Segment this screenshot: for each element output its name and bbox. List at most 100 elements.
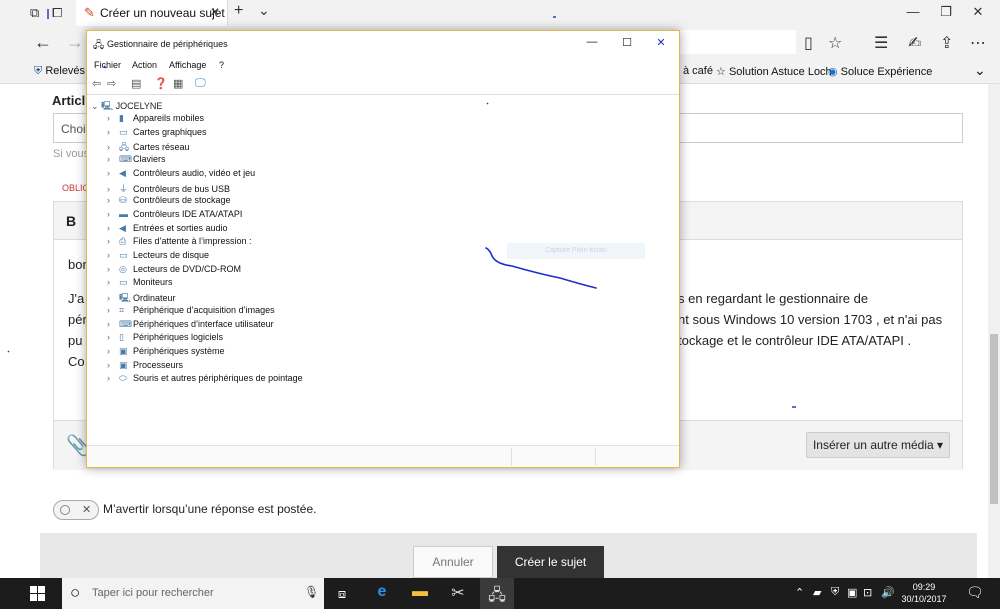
new-tab-button[interactable]: + [234,2,243,20]
taskbar-search[interactable]: ○ Taper ici pour rechercher 🎙 [62,578,324,609]
back-icon[interactable]: ← [34,32,52,53]
body-line: nt sous Windows 10 version 1703 , et n'a… [678,312,943,327]
reading-view-icon[interactable]: ▯ [804,33,813,53]
scrollbar-thumb[interactable] [990,334,998,504]
chevron-right-icon[interactable]: › [107,168,119,178]
tree-node[interactable]: › ▯ Périphériques logiciels [107,332,223,343]
tree-node[interactable]: › ◀ Entrées et sorties audio [107,223,228,234]
tree-node[interactable]: › ▣ Périphériques système [107,346,225,357]
tray-app-icon[interactable]: ▰ [813,586,821,599]
chevron-right-icon[interactable]: › [107,360,119,370]
tool-forward-icon[interactable]: ⇨ [107,77,116,90]
tree-node[interactable]: › ▣ Processeurs [107,360,183,371]
tree-node[interactable]: › ⌨Périphériques d’interface utilisateur [107,319,274,330]
restore-icon[interactable]: ❐ [936,4,956,20]
tree-node-label: Ordinateur [133,293,176,304]
task-view-icon[interactable]: ⧈ [330,586,354,608]
chevron-right-icon[interactable]: › [107,195,119,205]
action-center-icon[interactable]: 🗨 [966,584,984,601]
bold-button[interactable]: B [66,213,76,229]
favorite-star-icon[interactable]: ☆ [828,33,842,53]
chevron-right-icon[interactable]: › [107,277,119,287]
tree-node[interactable]: › ▬ Contrôleurs IDE ATA/ATAPI [107,209,242,219]
tree-node[interactable]: › ⛁ Contrôleurs de stockage [107,195,231,206]
snipping-tool-icon[interactable]: ✂ [446,583,470,605]
tree-node[interactable]: › ⏚ Contrôleurs de bus USB [107,182,230,195]
chevron-down-icon[interactable]: ⌄ [91,101,99,111]
tray-app-icon[interactable]: ▣ [847,586,857,599]
tray-expand-icon[interactable]: ⌃ [795,586,804,599]
tab-list-chevron-icon[interactable]: ⌄ [258,2,270,19]
tree-node[interactable]: › ⎙ Files d’attente à l’impression : [107,236,252,247]
url-field[interactable] [676,30,796,54]
chevron-right-icon[interactable]: › [107,373,119,383]
share-icon[interactable]: ⇪ [940,33,953,53]
chevron-right-icon[interactable]: › [107,346,119,356]
dm-minimize-icon[interactable]: — [584,36,600,48]
notify-toggle[interactable]: ✕ [53,500,99,520]
dm-maximize-icon[interactable]: ☐ [619,36,635,49]
tool-help-icon[interactable]: ❓ [154,77,168,90]
tree-node[interactable]: › ▭ Moniteurs [107,277,173,288]
chevron-right-icon[interactable]: › [107,319,119,329]
chevron-right-icon[interactable]: › [107,305,119,315]
start-button[interactable] [30,586,46,602]
forward-icon[interactable]: → [66,32,84,53]
network-icon[interactable]: ⊡ [863,586,872,599]
tree-node[interactable]: › ▮ Appareils mobiles [107,113,204,124]
favorites-overflow-chevron-icon[interactable]: ⌄ [974,62,986,79]
tree-node[interactable]: › ◎ Lecteurs de DVD/CD-ROM [107,264,241,275]
web-note-icon[interactable]: ✍ [908,33,921,53]
chevron-right-icon[interactable]: › [107,127,119,137]
tree-node[interactable]: › ▭ Lecteurs de disque [107,250,209,261]
chevron-right-icon[interactable]: › [107,236,119,246]
tool-view-icon[interactable]: ▦ [173,77,183,90]
favorite-item-solution[interactable]: ☆ Solution Astuce Loch [716,65,832,78]
favorites-hub-icon[interactable]: ☰ [874,33,888,53]
tabs-aside-icon[interactable]: ⧠ [52,5,62,21]
close-window-icon[interactable]: ✕ [968,4,988,20]
favorite-item-soluce[interactable]: ◉ Soluce Expérience [828,65,932,78]
chevron-right-icon[interactable]: › [107,293,119,303]
tool-scan-icon[interactable]: 🖵 [195,77,206,90]
tab-preview-icon[interactable]: ⧉ [30,5,39,21]
menu-fichier[interactable]: Fichier [94,60,121,70]
chevron-right-icon[interactable]: › [107,113,119,123]
menu-help[interactable]: ? [219,60,224,70]
chevron-right-icon[interactable]: › [107,264,119,274]
tool-back-icon[interactable]: ⇦ [92,77,101,90]
security-icon[interactable]: ⛨ [831,586,839,599]
microphone-icon[interactable]: 🎙 [304,585,319,599]
chevron-right-icon[interactable]: › [107,332,119,342]
file-explorer-icon[interactable]: ▬ [408,583,432,605]
chevron-right-icon[interactable]: › [107,142,119,152]
dm-close-icon[interactable]: ✕ [653,36,669,49]
tree-node[interactable]: › ◀ Contrôleurs audio, vidéo et jeu [107,168,255,179]
create-topic-button[interactable]: Créer le sujet [497,546,604,578]
chevron-right-icon[interactable]: › [107,154,119,164]
tab-active[interactable]: ✎ Créer un nouveau sujet ✕ [76,0,228,26]
tree-node[interactable]: › ⌨Claviers [107,154,166,165]
tree-node[interactable]: › ⬭ Souris et autres périphériques de poin… [107,373,303,384]
device-manager-titlebar[interactable]: 🖧 Gestionnaire de périphériques — ☐ ✕ [87,31,679,57]
minimize-icon[interactable]: — [903,4,923,19]
favorite-item-cafe[interactable]: à café [683,65,713,77]
chevron-right-icon[interactable]: › [107,250,119,260]
chevron-right-icon[interactable]: › [107,223,119,233]
menu-affichage[interactable]: Affichage [169,60,206,70]
chevron-right-icon[interactable]: › [107,209,119,219]
menu-action[interactable]: Action [132,60,157,70]
volume-icon[interactable]: 🔊 [881,586,895,599]
insert-media-button[interactable]: Insérer un autre média ▾ [806,432,950,458]
chevron-right-icon[interactable]: › [107,184,119,194]
taskbar-clock[interactable]: 09:29 30/10/2017 [900,581,948,605]
tab-close-icon[interactable]: ✕ [210,5,220,19]
edge-icon[interactable]: e [370,583,394,605]
tree-node[interactable]: › ⌗ Périphérique d’acquisition d’images [107,305,275,316]
more-icon[interactable]: ⋯ [970,33,986,53]
page-scrollbar[interactable] [988,84,1000,578]
tool-properties-icon[interactable]: ▤ [131,77,141,90]
device-manager-taskbar-icon[interactable]: 🖧 [480,578,514,609]
tree-node[interactable]: › ▭ Cartes graphiques [107,127,207,138]
cancel-button[interactable]: Annuler [413,546,493,578]
